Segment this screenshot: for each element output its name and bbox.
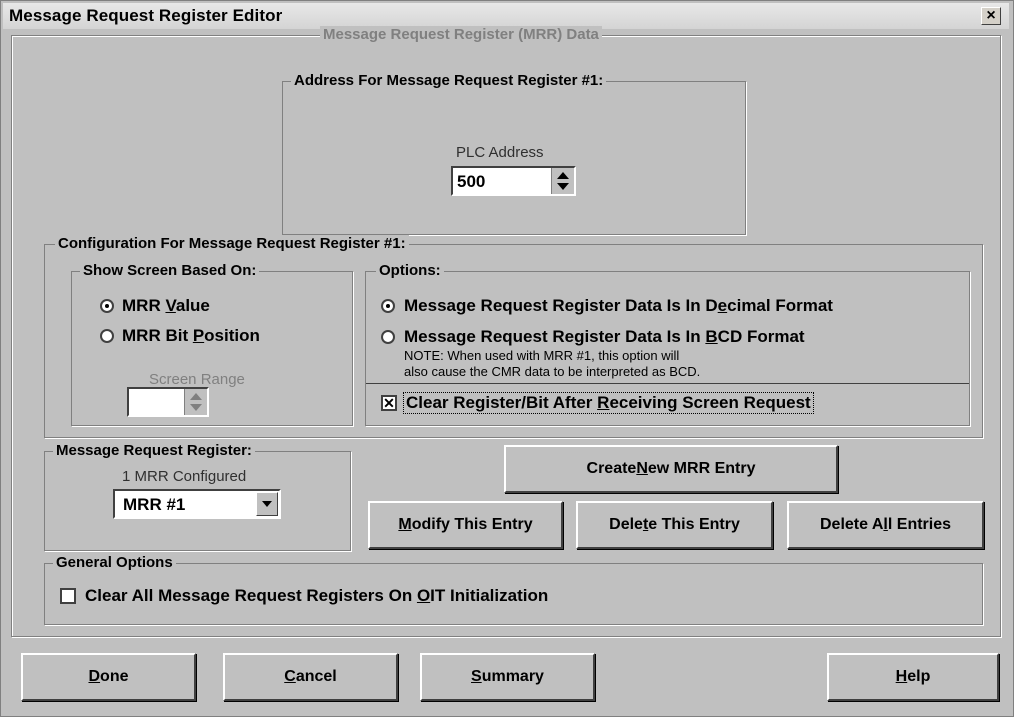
modify-entry-button[interactable]: Modify This Entry: [368, 501, 563, 549]
plc-address-value: 500: [457, 172, 486, 191]
bcd-format-radio[interactable]: [381, 330, 395, 344]
screen-range-spin-arrows[interactable]: [184, 389, 207, 415]
screen-range-spinner[interactable]: [127, 387, 209, 417]
delete-all-entries-button[interactable]: Delete All Entries: [787, 501, 984, 549]
spin-arrows[interactable]: [551, 168, 574, 194]
window-title: Message Request Register Editor: [9, 6, 283, 25]
clear-all-on-init-label[interactable]: Clear All Message Request Registers On O…: [85, 586, 548, 606]
show-screen-group: Show Screen Based On: MRR Value MRR Bit …: [71, 262, 353, 426]
clear-all-on-init-checkbox[interactable]: [60, 588, 76, 604]
spin-down-icon[interactable]: [557, 183, 569, 190]
cancel-button[interactable]: Cancel: [223, 653, 398, 701]
address-group: Address For Message Request Register #1:…: [282, 72, 746, 235]
decimal-format-radio[interactable]: [381, 299, 395, 313]
mrr-data-legend: Message Request Register (MRR) Data: [320, 26, 602, 43]
general-options-legend: General Options: [53, 554, 176, 571]
mrr-select[interactable]: MRR #1: [113, 489, 281, 519]
plc-address-label: PLC Address: [456, 144, 544, 161]
general-options-group: General Options Clear All Message Reques…: [44, 554, 983, 625]
bcd-note-line2: also cause the CMR data to be interprete…: [404, 364, 701, 379]
mrr-select-value: MRR #1: [123, 495, 186, 514]
chevron-down-icon[interactable]: [256, 492, 278, 516]
decimal-format-label[interactable]: Message Request Register Data Is In Deci…: [404, 296, 833, 316]
mrr-bit-position-label[interactable]: MRR Bit Position: [122, 326, 260, 346]
bcd-format-label[interactable]: Message Request Register Data Is In BCD …: [404, 327, 805, 347]
bcd-note-line1: NOTE: When used with MRR #1, this option…: [404, 348, 680, 363]
mrr-selector-legend: Message Request Register:: [53, 442, 255, 459]
summary-button[interactable]: Summary: [420, 653, 595, 701]
help-button[interactable]: Help: [827, 653, 999, 701]
create-new-mrr-entry-button[interactable]: Create New MRR Entry: [504, 445, 838, 493]
spin-up-icon[interactable]: [557, 172, 569, 179]
mrr-selector-group: Message Request Register: 1 MRR Configur…: [44, 442, 351, 551]
mrr-bit-position-radio[interactable]: [100, 329, 114, 343]
show-screen-legend: Show Screen Based On:: [80, 262, 260, 279]
spin-up-icon[interactable]: [190, 393, 202, 400]
options-group: Options: Message Request Register Data I…: [365, 262, 970, 426]
clear-after-checkbox[interactable]: ✕: [381, 395, 397, 411]
delete-entry-button[interactable]: Dele t e This Entry: [576, 501, 773, 549]
spin-down-icon[interactable]: [190, 404, 202, 411]
close-button[interactable]: ×: [981, 7, 1001, 25]
clear-after-label[interactable]: Clear Register/Bit After Receiving Scree…: [403, 392, 814, 414]
plc-address-spinner[interactable]: 500: [451, 166, 576, 196]
message-request-register-editor-window: Message Request Register Editor × Messag…: [0, 0, 1014, 717]
options-legend: Options:: [376, 262, 444, 279]
mrr-value-radio[interactable]: [100, 299, 114, 313]
address-group-legend: Address For Message Request Register #1:: [291, 72, 607, 89]
mrr-value-label[interactable]: MRR Value: [122, 296, 210, 316]
done-button[interactable]: Done: [21, 653, 196, 701]
options-divider: [366, 383, 969, 384]
screen-range-label: Screen Range: [149, 371, 245, 388]
mrr-configured-count: 1 MRR Configured: [122, 468, 247, 485]
configuration-group-legend: Configuration For Message Request Regist…: [55, 235, 409, 252]
